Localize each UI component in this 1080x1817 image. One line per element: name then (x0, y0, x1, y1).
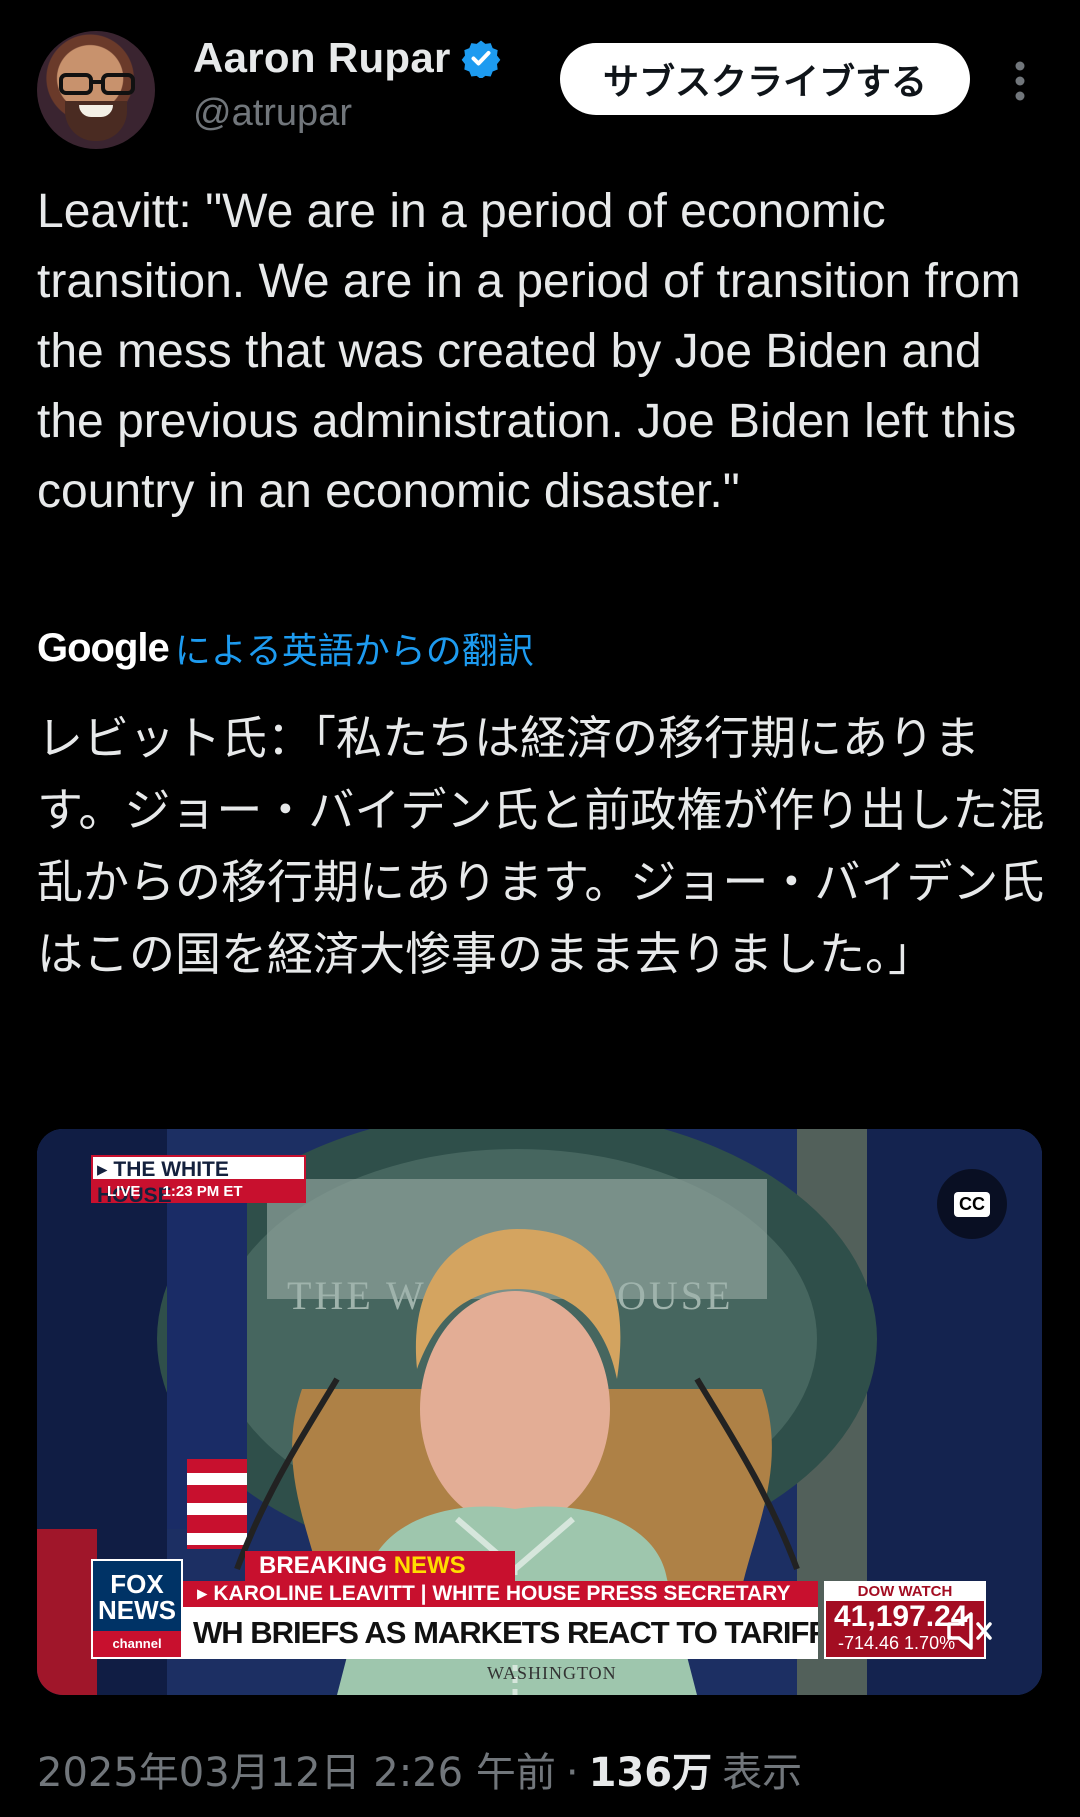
tweet-text: Leavitt: "We are in a period of economic… (37, 185, 1021, 518)
translation-attribution: Google による英語からの翻訳 (37, 622, 534, 674)
translated-text: レビット氏：「私たちは経済の移行期にあります。ジョー・バイデン氏と前政権が作り出… (37, 711, 1045, 981)
verified-badge-icon[interactable] (461, 38, 501, 78)
name-row: Aaron Rupar (193, 34, 501, 82)
avatar[interactable] (37, 31, 155, 149)
news-lower-third: FOX NEWS channel BREAKING NEWS ▸ KAROLIN… (91, 1551, 986, 1659)
display-name[interactable]: Aaron Rupar (193, 34, 451, 82)
news-headline: WH BRIEFS AS MARKETS REACT TO TARIFF UNC… (183, 1607, 818, 1659)
meta-separator: · (565, 1750, 579, 1796)
subscribe-button[interactable]: サブスクライブする (560, 43, 970, 115)
breaking-news-banner: BREAKING NEWS (245, 1551, 515, 1581)
network-logo: FOX NEWS channel (91, 1559, 183, 1659)
user-handle[interactable]: @atrupar (193, 92, 352, 135)
speaker-nameplate: ▸ KAROLINE LEAVITT | WHITE HOUSE PRESS S… (183, 1581, 818, 1607)
live-label: LIVE (107, 1183, 141, 1200)
bug-title: ▸ THE WHITE HOUSE (91, 1155, 306, 1207)
channel-bug: ▸ THE WHITE HOUSE LIVE 1:23 PM ET (91, 1155, 306, 1207)
location-label: WASHINGTON (487, 1663, 617, 1683)
dow-label: DOW WATCH (826, 1583, 984, 1601)
volume-muted-icon[interactable] (945, 1609, 993, 1653)
bug-time: 1:23 PM ET (162, 1183, 243, 1200)
tweet-header: Aaron Rupar @atrupar サブスクライブする (0, 0, 1080, 170)
view-count: 136万 (588, 1750, 713, 1796)
cc-icon: CC (954, 1191, 990, 1217)
timestamp[interactable]: 2025年03月12日 2:26 午前 (37, 1740, 556, 1798)
svg-text:THE W: THE W (287, 1273, 427, 1318)
more-vertical-icon[interactable] (1005, 56, 1035, 106)
bug-live-time: LIVE 1:23 PM ET (91, 1181, 306, 1203)
video-player[interactable]: THE W OUSE ▸ THE WHITE HOUSE LIVE 1:23 P… (37, 1129, 1042, 1695)
views-label: 表示 (722, 1750, 803, 1796)
translation-link[interactable]: による英語からの翻訳 (175, 622, 534, 674)
closed-captions-button[interactable]: CC (937, 1169, 1007, 1239)
glasses-graphic (59, 73, 135, 95)
svg-text:OUSE: OUSE (617, 1273, 733, 1318)
google-logo: Google (37, 625, 170, 670)
tweet-meta: 2025年03月12日 2:26 午前 · 136万 表示 (37, 1740, 802, 1798)
